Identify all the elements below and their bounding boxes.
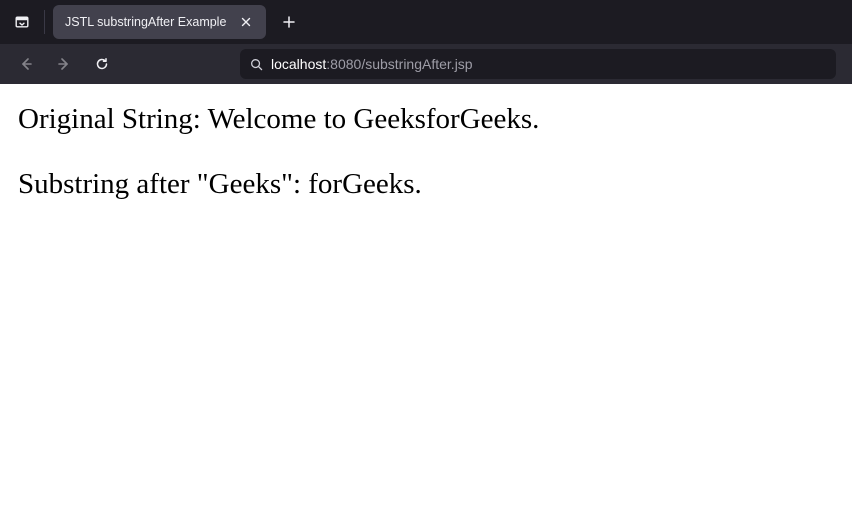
url-text: localhost:8080/substringAfter.jsp (271, 56, 473, 72)
page-content: Original String: Welcome to GeeksforGeek… (0, 84, 852, 250)
browser-chrome: JSTL substringAfter Example (0, 0, 852, 84)
separator (44, 10, 45, 34)
arrow-right-icon (56, 56, 72, 72)
toolbar: localhost:8080/substringAfter.jsp (0, 44, 852, 84)
back-button[interactable] (10, 48, 42, 80)
url-path: /substringAfter.jsp (361, 56, 472, 72)
search-icon (250, 58, 263, 71)
tab-strip: JSTL substringAfter Example (0, 0, 852, 44)
close-icon (240, 16, 252, 28)
reload-button[interactable] (86, 48, 118, 80)
forward-button[interactable] (48, 48, 80, 80)
tab-title: JSTL substringAfter Example (65, 15, 226, 29)
substring-after-text: Substring after "Geeks": forGeeks. (18, 167, 834, 202)
recent-browsing-button[interactable] (8, 8, 36, 36)
new-tab-button[interactable] (274, 7, 304, 37)
url-host: localhost (271, 56, 326, 72)
original-string-text: Original String: Welcome to GeeksforGeek… (18, 102, 834, 137)
url-port: :8080 (326, 56, 361, 72)
browser-tab[interactable]: JSTL substringAfter Example (53, 5, 266, 39)
arrow-left-icon (18, 56, 34, 72)
tab-close-button[interactable] (236, 12, 256, 32)
address-bar[interactable]: localhost:8080/substringAfter.jsp (240, 49, 836, 79)
reload-icon (94, 56, 110, 72)
plus-icon (282, 15, 296, 29)
